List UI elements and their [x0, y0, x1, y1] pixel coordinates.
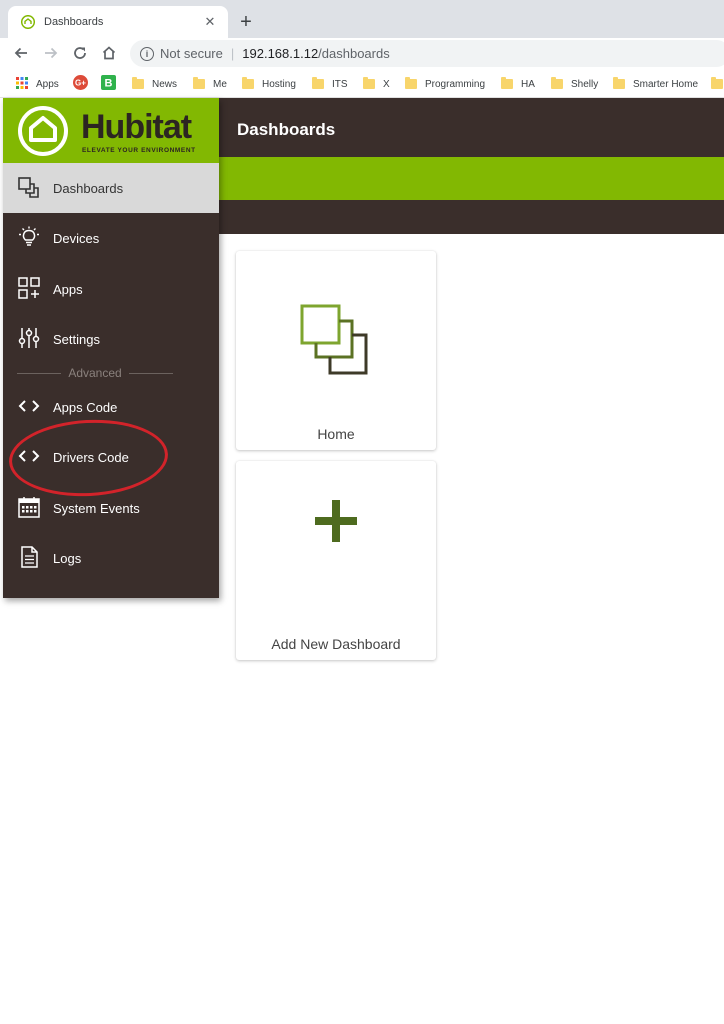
sidebar-item-logs[interactable]: Logs	[3, 533, 219, 583]
bookmark-google-plus[interactable]: G+	[73, 75, 88, 93]
browser-tabstrip: Dashboards ✕ +	[0, 0, 724, 38]
bookmark-label: ITS	[332, 78, 348, 90]
dashboards-icon	[17, 175, 41, 199]
bookmark-folder-ha[interactable]: HA	[501, 76, 535, 92]
bookmark-label: Me	[213, 78, 227, 90]
sidebar-item-label: Logs	[53, 550, 82, 566]
bookmark-label: X	[383, 78, 390, 90]
google-plus-icon: G+	[73, 75, 88, 93]
code-icon	[17, 444, 41, 468]
svg-text:B: B	[105, 78, 113, 90]
bookmark-label: Apps	[36, 78, 59, 90]
forward-arrow-icon[interactable]	[40, 42, 62, 64]
sidebar-item-label: System Events	[53, 500, 140, 516]
folder-icon	[405, 77, 417, 89]
apps-icon	[17, 276, 41, 300]
address-bar[interactable]: i Not secure | 192.168.1.12/dashboards	[130, 40, 724, 67]
bookmark-label: HA	[521, 78, 535, 90]
sidebar: Hubitat ELEVATE YOUR ENVIRONMENT Dashboa…	[3, 98, 219, 598]
sidebar-item-label: Drivers Code	[53, 449, 129, 465]
bookmarks-bar: Apps G+ B News Me Hosting ITS X Programm…	[0, 69, 724, 98]
bookmark-folder-its[interactable]: ITS	[312, 76, 348, 92]
sidebar-item-label: Apps Code	[53, 399, 118, 415]
tab-title: Dashboards	[44, 16, 104, 28]
reload-icon[interactable]	[69, 42, 91, 64]
sidebar-item-label: Apps	[53, 281, 83, 297]
header-accent-band	[219, 157, 724, 200]
bulb-icon	[17, 225, 41, 249]
new-tab-button[interactable]: +	[234, 10, 258, 34]
sliders-icon	[17, 326, 41, 350]
dashboard-tile-label: Add New Dashboard	[271, 636, 401, 652]
folder-icon	[312, 77, 324, 89]
divider-line	[17, 372, 62, 374]
brand-name: Hubitat	[81, 108, 192, 146]
hubitat-logo[interactable]: Hubitat ELEVATE YOUR ENVIRONMENT	[3, 98, 219, 163]
code-icon	[17, 394, 41, 418]
dashboard-tile-home[interactable]: Home	[236, 251, 436, 450]
divider-line	[128, 372, 173, 374]
dashboards-icon	[300, 303, 372, 380]
sidebar-item-apps[interactable]: Apps	[3, 264, 219, 314]
folder-icon	[501, 77, 513, 89]
url-path: /dashboards	[318, 46, 390, 61]
folder-icon	[193, 77, 205, 89]
sidebar-item-label: Dashboards	[53, 180, 124, 196]
folder-icon	[613, 77, 625, 89]
bookmark-folder-x[interactable]: X	[363, 76, 390, 92]
sidebar-item-label: Settings	[53, 331, 100, 347]
page-title: Dashboards	[237, 120, 336, 139]
sidebar-item-dashboards[interactable]: Dashboards	[3, 163, 219, 213]
bookmark-label: News	[152, 78, 178, 90]
add-dashboard-button[interactable]: Add New Dashboard	[236, 461, 436, 660]
svg-text:G+: G+	[75, 79, 86, 88]
home-icon[interactable]	[98, 42, 120, 64]
sidebar-item-apps-code[interactable]: Apps Code	[3, 382, 219, 432]
plus-icon	[315, 500, 357, 547]
bookmark-apps[interactable]: Apps	[16, 76, 59, 92]
hubitat-favicon-icon	[20, 14, 36, 30]
bookmark-folder-news[interactable]: News	[132, 76, 177, 92]
info-icon[interactable]: i	[140, 46, 154, 61]
url-host: 192.168.1.12	[242, 46, 319, 61]
apps-grid-icon	[16, 76, 28, 92]
bookmark-folder-shelly[interactable]: Shelly	[551, 76, 598, 92]
sidebar-item-system-events[interactable]: System Events	[3, 483, 219, 533]
sidebar-item-settings[interactable]: Settings	[3, 314, 219, 364]
bookmark-folder-me[interactable]: Me	[193, 76, 227, 92]
bookmark-folder-overflow[interactable]	[711, 76, 724, 92]
folder-icon	[132, 77, 144, 89]
bookmark-folder-programming[interactable]: Programming	[405, 76, 485, 92]
calendar-icon	[17, 495, 41, 519]
bookmark-label: Hosting	[262, 78, 296, 90]
bookmark-label: Smarter Home	[633, 78, 699, 90]
security-status: Not secure	[160, 46, 223, 61]
brand-tagline: ELEVATE YOUR ENVIRONMENT	[82, 147, 196, 154]
bookmark-label: Shelly	[571, 78, 599, 90]
folder-icon	[551, 77, 563, 89]
section-label: Advanced	[68, 366, 122, 380]
url-separator: |	[230, 46, 235, 61]
bookmark-b[interactable]: B	[101, 75, 116, 93]
browser-toolbar: i Not secure | 192.168.1.12/dashboards	[0, 38, 724, 69]
hubitat-house-logo-icon	[17, 105, 71, 162]
bookmark-label: Programming	[425, 78, 486, 90]
dashboard-tile-label: Home	[317, 426, 355, 442]
tab-close-icon[interactable]: ✕	[200, 12, 220, 32]
sidebar-item-drivers-code[interactable]: Drivers Code	[3, 432, 219, 482]
b-icon: B	[101, 75, 116, 93]
document-icon	[17, 545, 41, 569]
sidebar-item-devices[interactable]: Devices	[3, 213, 219, 263]
app-header: Dashboards	[219, 98, 724, 157]
bookmark-folder-smarter-home[interactable]: Smarter Home	[613, 76, 698, 92]
folder-icon	[711, 77, 723, 89]
back-arrow-icon[interactable]	[10, 42, 32, 64]
sidebar-item-label: Devices	[53, 230, 100, 246]
browser-tab[interactable]: Dashboards ✕	[8, 6, 228, 38]
folder-icon	[242, 77, 254, 89]
header-sub-band	[219, 200, 724, 234]
folder-icon	[363, 77, 375, 89]
bookmark-folder-hosting[interactable]: Hosting	[242, 76, 296, 92]
section-divider-advanced: Advanced	[17, 366, 173, 380]
